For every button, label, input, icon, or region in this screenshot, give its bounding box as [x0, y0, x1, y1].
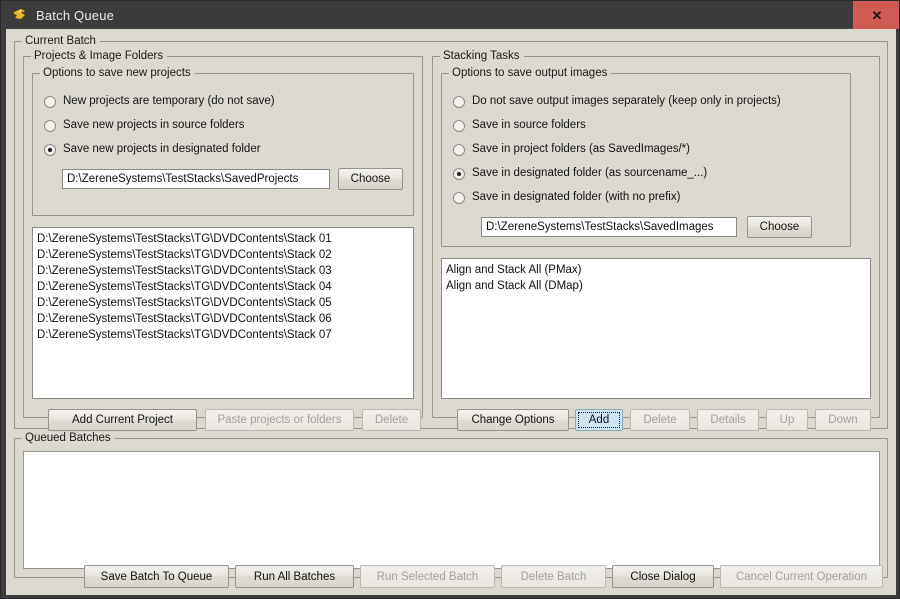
queued-batches-list[interactable] [23, 451, 880, 569]
radio-indicator [453, 120, 465, 132]
radio-indicator [453, 144, 465, 156]
radio-output-project-folders[interactable]: Save in project folders (as SavedImages/… [453, 143, 690, 156]
radio-indicator [453, 96, 465, 108]
list-item[interactable]: D:\ZereneSystems\TestStacks\TG\DVDConten… [33, 247, 413, 263]
move-task-up-button[interactable]: Up [766, 409, 808, 431]
save-batch-to-queue-button[interactable]: Save Batch To Queue [84, 565, 229, 588]
radio-label: Save new projects in source folders [63, 119, 245, 132]
radio-output-source-folders[interactable]: Save in source folders [453, 119, 586, 132]
zerene-logo-icon [12, 7, 28, 23]
move-task-down-button[interactable]: Down [815, 409, 871, 431]
radio-label: Save in source folders [472, 119, 586, 132]
list-item[interactable]: D:\ZereneSystems\TestStacks\TG\DVDConten… [33, 263, 413, 279]
queued-batches-group: Queued Batches [14, 438, 888, 578]
list-item[interactable]: D:\ZereneSystems\TestStacks\TG\DVDConten… [33, 327, 413, 343]
close-dialog-button[interactable]: Close Dialog [612, 565, 714, 588]
projects-choose-folder-button[interactable]: Choose [338, 168, 403, 190]
options-save-new-projects-legend: Options to save new projects [40, 66, 195, 80]
options-save-output-legend: Options to save output images [449, 66, 611, 80]
radio-label: Save in project folders (as SavedImages/… [472, 143, 690, 156]
radio-label: Save new projects in designated folder [63, 143, 261, 156]
projects-list[interactable]: D:\ZereneSystems\TestStacks\TG\DVDConten… [32, 227, 414, 399]
radio-indicator [44, 120, 56, 132]
paste-projects-or-folders-button[interactable]: Paste projects or folders [205, 409, 354, 431]
current-batch-group: Current Batch Projects & Image Folders O… [14, 41, 888, 429]
radio-projects-source-folders[interactable]: Save new projects in source folders [44, 119, 245, 132]
output-choose-folder-button[interactable]: Choose [747, 216, 812, 238]
change-options-button[interactable]: Change Options [457, 409, 569, 431]
radio-label: New projects are temporary (do not save) [63, 95, 275, 108]
options-save-new-projects-group: Options to save new projects New project… [32, 73, 414, 216]
run-all-batches-button[interactable]: Run All Batches [235, 565, 354, 588]
radio-label: Do not save output images separately (ke… [472, 95, 781, 108]
list-item[interactable]: Align and Stack All (PMax) [442, 262, 870, 278]
add-stacking-task-button[interactable]: Add [575, 409, 623, 431]
window-title: Batch Queue [36, 9, 114, 22]
radio-projects-temporary[interactable]: New projects are temporary (do not save) [44, 95, 275, 108]
list-item[interactable]: D:\ZereneSystems\TestStacks\TG\DVDConten… [33, 279, 413, 295]
stacking-group-legend: Stacking Tasks [440, 49, 524, 63]
stacking-tasks-list[interactable]: Align and Stack All (PMax) Align and Sta… [441, 258, 871, 399]
radio-label: Save in designated folder (with no prefi… [472, 191, 680, 204]
radio-output-designated-sourcename[interactable]: Save in designated folder (as sourcename… [453, 167, 707, 180]
close-icon: ✕ [872, 9, 883, 22]
radio-indicator [44, 96, 56, 108]
delete-batch-button[interactable]: Delete Batch [501, 565, 606, 588]
output-save-path-input[interactable]: D:\ZereneSystems\TestStacks\SavedImages [481, 217, 737, 237]
list-item[interactable]: Align and Stack All (DMap) [442, 278, 870, 294]
projects-save-path-input[interactable]: D:\ZereneSystems\TestStacks\SavedProject… [62, 169, 330, 189]
title-bar: Batch Queue ✕ [1, 1, 900, 29]
radio-output-designated-no-prefix[interactable]: Save in designated folder (with no prefi… [453, 191, 680, 204]
projects-group-legend: Projects & Image Folders [31, 49, 167, 63]
list-item[interactable]: D:\ZereneSystems\TestStacks\TG\DVDConten… [33, 231, 413, 247]
delete-stacking-task-button[interactable]: Delete [630, 409, 690, 431]
options-save-output-images-group: Options to save output images Do not sav… [441, 73, 851, 247]
radio-label: Save in designated folder (as sourcename… [472, 167, 707, 180]
list-item[interactable]: D:\ZereneSystems\TestStacks\TG\DVDConten… [33, 295, 413, 311]
stacking-task-details-button[interactable]: Details [697, 409, 759, 431]
radio-projects-designated-folder[interactable]: Save new projects in designated folder [44, 143, 261, 156]
add-stacking-task-label: Add [589, 414, 609, 426]
delete-project-button[interactable]: Delete [362, 409, 421, 431]
list-item[interactable]: D:\ZereneSystems\TestStacks\TG\DVDConten… [33, 311, 413, 327]
batch-queue-window: Batch Queue ✕ Current Batch Projects & I… [0, 0, 900, 599]
dialog-client-area: Current Batch Projects & Image Folders O… [6, 29, 896, 595]
radio-indicator [453, 192, 465, 204]
radio-indicator [453, 168, 465, 180]
radio-indicator [44, 144, 56, 156]
radio-output-do-not-save[interactable]: Do not save output images separately (ke… [453, 95, 781, 108]
run-selected-batch-button[interactable]: Run Selected Batch [360, 565, 495, 588]
cancel-current-operation-button[interactable]: Cancel Current Operation [720, 565, 883, 588]
add-current-project-button[interactable]: Add Current Project [48, 409, 197, 431]
current-batch-legend: Current Batch [22, 34, 100, 48]
projects-and-image-folders-group: Projects & Image Folders Options to save… [23, 56, 423, 418]
stacking-tasks-group: Stacking Tasks Options to save output im… [432, 56, 880, 418]
close-window-button[interactable]: ✕ [853, 1, 900, 29]
queued-batches-legend: Queued Batches [22, 431, 115, 445]
